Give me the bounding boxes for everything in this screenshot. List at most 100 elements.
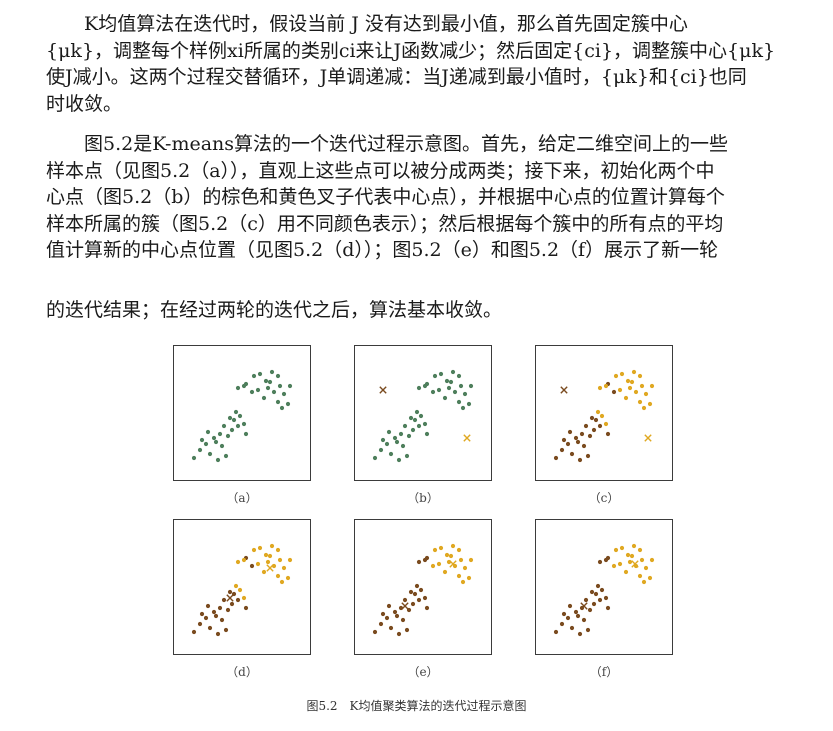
sample-point <box>597 385 603 391</box>
sample-point <box>595 409 601 415</box>
sample-point <box>249 389 255 395</box>
sample-point <box>255 387 261 393</box>
sample-point <box>275 399 281 405</box>
sample-point <box>639 383 645 389</box>
sample-point <box>597 597 603 603</box>
scatter-plot <box>191 369 293 463</box>
sample-point <box>418 587 424 593</box>
figure-caption: 图5.2 K均值聚类算法的迭代过程示意图 <box>306 699 527 713</box>
sample-point <box>641 579 647 585</box>
sample-point <box>279 579 285 585</box>
sample-point <box>279 405 285 411</box>
sample-point <box>219 443 225 449</box>
sample-point <box>444 378 450 384</box>
sample-point <box>408 415 414 421</box>
sample-point <box>631 543 637 549</box>
sample-point <box>241 595 247 601</box>
panel-label: （e） <box>407 665 439 679</box>
sample-point <box>649 557 655 563</box>
sample-point <box>629 379 635 385</box>
sample-point <box>396 631 402 637</box>
sample-point <box>396 457 402 463</box>
sample-point <box>573 435 579 441</box>
sample-point <box>643 391 649 397</box>
panel-label: （f） <box>589 665 619 679</box>
sample-point <box>277 557 283 563</box>
sample-point <box>215 457 221 463</box>
sample-point <box>639 557 645 563</box>
sample-point <box>225 607 231 613</box>
sample-point <box>605 605 611 611</box>
sample-point <box>430 563 436 569</box>
sample-point <box>617 561 623 567</box>
sample-point <box>400 617 406 623</box>
sample-point <box>197 621 203 627</box>
scatter-panel <box>535 519 673 655</box>
sample-point <box>392 609 398 615</box>
sample-point <box>448 553 454 559</box>
sample-point <box>267 553 273 559</box>
sample-point <box>261 395 267 401</box>
cross-icon <box>463 434 471 442</box>
sample-point <box>611 389 617 395</box>
sample-point <box>398 431 404 437</box>
sample-point <box>380 611 386 617</box>
sample-point <box>432 547 438 553</box>
sample-point <box>597 423 603 429</box>
sample-point <box>217 605 223 611</box>
sample-point <box>591 601 597 607</box>
sample-point <box>416 385 422 391</box>
sample-point <box>249 563 255 569</box>
sample-point <box>617 387 623 393</box>
sample-point <box>641 405 647 411</box>
sample-point <box>599 587 605 593</box>
sample-point <box>611 563 617 569</box>
sample-point <box>285 401 291 407</box>
sample-point <box>213 613 219 619</box>
sample-point <box>372 629 378 635</box>
sample-point <box>418 413 424 419</box>
sample-point <box>581 443 587 449</box>
sample-point <box>388 625 394 631</box>
sample-point <box>603 383 609 389</box>
sample-point <box>384 615 390 621</box>
sample-point <box>613 547 619 553</box>
sample-point <box>553 629 559 635</box>
sample-point <box>422 595 428 601</box>
sample-point <box>450 369 456 375</box>
sample-point <box>275 547 281 553</box>
sample-point <box>438 545 444 551</box>
sample-point <box>408 589 414 595</box>
sample-point <box>422 421 428 427</box>
scatter-panel <box>173 345 311 481</box>
sample-point <box>243 431 249 437</box>
sample-point <box>458 557 464 563</box>
sample-point <box>456 373 462 379</box>
sample-point <box>400 443 406 449</box>
sample-point <box>432 373 438 379</box>
sample-point <box>231 417 237 423</box>
sample-point <box>386 429 392 435</box>
sample-point <box>412 591 418 597</box>
sample-point <box>384 441 390 447</box>
sample-point <box>235 559 241 565</box>
sample-point <box>217 431 223 437</box>
sample-point <box>593 417 599 423</box>
sample-point <box>438 371 444 377</box>
sample-point <box>277 383 283 389</box>
sample-point <box>221 423 227 429</box>
sample-point <box>416 559 422 565</box>
sample-point <box>462 391 468 397</box>
sample-point <box>243 605 249 611</box>
sample-point <box>647 575 653 581</box>
sample-point <box>599 413 605 419</box>
sample-point <box>235 423 241 429</box>
sample-point <box>205 603 211 609</box>
scatter-plot <box>553 543 655 637</box>
sample-point <box>211 609 217 615</box>
sample-point <box>241 383 247 389</box>
sample-point <box>257 545 263 551</box>
sample-point <box>603 595 609 601</box>
sample-point <box>404 627 410 633</box>
figure-kmeans-iterations: 图5.2 K均值聚类算法的迭代过程示意图 （a） （b） （c） （d） （e） （f） <box>0 0 833 731</box>
